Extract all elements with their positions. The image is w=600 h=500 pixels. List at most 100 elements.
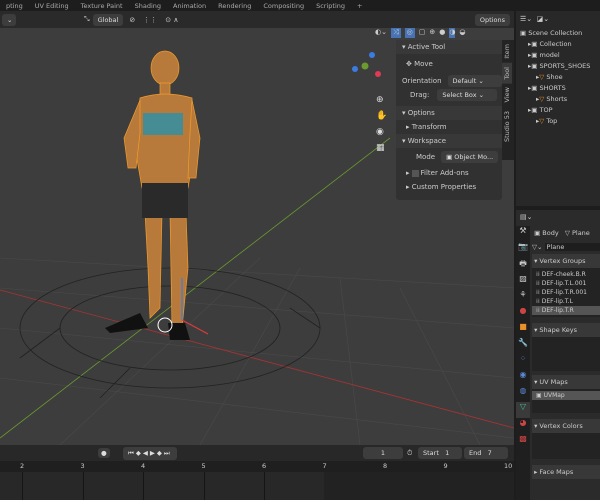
frame-gridline [203, 472, 205, 500]
object-tab-icon[interactable]: ■ [516, 322, 530, 338]
tab-view[interactable]: View [502, 83, 512, 106]
vertex-group-item[interactable]: ⁞⁞ DEF-lip.T.R.001 [532, 288, 600, 297]
uv-map-item[interactable]: ▣ UVMap [532, 391, 600, 400]
vertex-groups-header[interactable]: ▾ Vertex Groups [532, 254, 600, 268]
modifier-wrench-icon[interactable]: 🔧 [516, 338, 530, 354]
outliner-item[interactable]: ▸ ▣ model [516, 49, 600, 60]
tab-rendering[interactable]: Rendering [212, 2, 257, 10]
material-tab-icon[interactable]: ◕ [516, 418, 530, 434]
start-frame-field[interactable]: Start 1 [418, 447, 462, 459]
stopwatch-icon[interactable]: ⏱ [407, 449, 412, 458]
mode-dropdown[interactable]: ⌄ [2, 13, 16, 26]
output-tab-icon[interactable]: 🖶 [516, 258, 530, 274]
mode-dropdown-object[interactable]: ▣ Object Mo... [441, 151, 499, 163]
zoom-icon[interactable]: ⊕ [376, 92, 388, 108]
vertex-group-item[interactable]: ⁞⁞ DEF-cheek.B.R [532, 270, 600, 279]
overlay-toggle-icon[interactable]: ◎ [404, 28, 415, 38]
add-workspace-button[interactable]: + [351, 2, 368, 10]
constraints-tab-icon[interactable]: ◍ [516, 386, 530, 402]
tab-tool[interactable]: Tool [502, 62, 512, 84]
scene-tab-icon[interactable]: ⚘ [516, 290, 530, 306]
tool-name: Move [414, 60, 433, 68]
breadcrumb-mesh: Plane [571, 229, 590, 237]
render-tab-icon[interactable]: 📷 [516, 242, 530, 258]
shading-solid-icon[interactable]: ● [439, 28, 445, 38]
tab-animation[interactable]: Animation [167, 2, 212, 10]
tab-scripting-partial[interactable]: pting [0, 2, 29, 10]
shading-rendered-icon[interactable]: ◒ [459, 28, 465, 38]
drag-dropdown[interactable]: Select Box ⌄ [437, 89, 498, 101]
outliner-item-label: model [539, 50, 560, 59]
pivot-icon[interactable]: ⊘ [129, 16, 135, 24]
visibility-icon[interactable]: ◐⌄ [375, 28, 387, 38]
transform-orientation-dropdown[interactable]: Global [92, 13, 124, 26]
mesh-icon: ▽ [539, 72, 545, 81]
workspace-header[interactable]: ▾ Workspace [396, 134, 502, 148]
filter-addons-checkbox[interactable] [411, 169, 419, 177]
physics-tab-icon[interactable]: ◉ [516, 370, 530, 386]
tab-scripting[interactable]: Scripting [310, 2, 351, 10]
outliner-item[interactable]: ▸ ▣ SHORTS [516, 82, 600, 93]
frame-gridline [264, 472, 265, 500]
shading-material-icon[interactable]: ◑ [449, 28, 456, 38]
orientation-label: Orientation [402, 77, 442, 85]
face-maps-header[interactable]: ▸ Face Maps [532, 465, 600, 479]
transform-subpanel[interactable]: ▸ Transform [396, 120, 502, 134]
grid-ortho-icon[interactable]: ▦ [376, 140, 388, 156]
shape-keys-header[interactable]: ▾ Shape Keys [532, 323, 600, 337]
particles-tab-icon[interactable]: ⁘ [516, 354, 530, 370]
outliner-item[interactable]: ▸ ▽ Top [516, 115, 600, 126]
outliner-item[interactable]: ▸ ▣ Collection [516, 38, 600, 49]
orientation-dropdown[interactable]: Default ⌄ [447, 75, 502, 87]
current-frame-field[interactable]: 1 [363, 447, 403, 459]
outliner-item[interactable]: ▸ ▽ Shorts [516, 93, 600, 104]
outliner-item[interactable]: ▣ Scene Collection [516, 27, 600, 38]
end-frame-field[interactable]: End 7 [464, 447, 508, 459]
options-dropdown[interactable]: Options [474, 13, 510, 26]
tab-texture-paint[interactable]: Texture Paint [75, 2, 129, 10]
outliner-item[interactable]: ▸ ▣ TOP [516, 104, 600, 115]
orientation-row: Orientation Default ⌄ [396, 74, 502, 88]
move-tool[interactable]: ✥ Move [396, 54, 502, 74]
vertex-group-item[interactable]: ⁞⁞ DEF-lip.T.R [532, 306, 600, 315]
vertex-colors-header[interactable]: ▾ Vertex Colors [532, 419, 600, 433]
world-tab-icon[interactable]: ● [516, 306, 530, 322]
filter-addons-label: Filter Add-ons [420, 169, 469, 177]
tab-item[interactable]: Item [502, 40, 512, 63]
tab-studio53[interactable]: Studio 53 [502, 107, 512, 146]
texture-tab-icon[interactable]: ▩ [516, 434, 530, 450]
options-header[interactable]: ▾ Options [396, 106, 502, 120]
vertex-groups-list: ⁞⁞ DEF-cheek.B.R ⁞⁞ DEF-lip.T.L.001 ⁞⁞ DEF… [532, 268, 600, 317]
right-shoe [168, 323, 190, 340]
vertex-group-item[interactable]: ⁞⁞ DEF-lip.T.L.001 [532, 279, 600, 288]
frame-ruler[interactable]: 2 3 4 5 6 7 8 9 10 [0, 461, 514, 500]
gizmo-toggle-icon[interactable]: ⤨ [390, 28, 401, 38]
filter-icon[interactable]: ◪⌄ [537, 15, 549, 23]
tab-compositing[interactable]: Compositing [257, 2, 310, 10]
tab-uv-editing[interactable]: UV Editing [29, 2, 75, 10]
tab-shading[interactable]: Shading [129, 2, 167, 10]
tool-tab-icon[interactable]: ⚒ [516, 226, 530, 242]
vertex-group-item[interactable]: ⁞⁞ DEF-lip.T.L [532, 297, 600, 306]
xray-icon[interactable]: ▢ [419, 28, 426, 38]
snap-icon[interactable]: ⋮⋮ [143, 16, 157, 24]
record-button[interactable]: ● [98, 448, 110, 458]
mesh-data-tab-icon[interactable]: ▽ [516, 402, 530, 418]
view-layer-tab-icon[interactable]: ▨ [516, 274, 530, 290]
custom-properties-row[interactable]: ▸ Custom Properties [396, 180, 502, 194]
camera-icon[interactable]: ◉ [376, 124, 388, 140]
properties-editor-type[interactable]: ▤⌄ [516, 210, 600, 224]
outliner-item[interactable]: ▸ ▣ SPORTS_SHOES [516, 60, 600, 71]
active-tool-header[interactable]: ▾ Active Tool [396, 40, 502, 54]
mesh-name-field[interactable]: Plane [544, 243, 600, 251]
frame-tick: 4 [141, 462, 146, 470]
pan-hand-icon[interactable]: ✋ [376, 108, 388, 124]
outliner-item[interactable]: ▸ ▽ Shoe [516, 71, 600, 82]
uv-maps-header[interactable]: ▾ UV Maps [532, 375, 600, 389]
collection-icon: ▣ [531, 39, 538, 48]
proportional-edit-icon[interactable]: ⊙ ∧ [165, 16, 178, 24]
playback-controls[interactable]: ⏮◆◀▶◆⏭ [123, 446, 177, 460]
display-mode-icon[interactable]: ☰⌄ [520, 15, 532, 23]
filter-addons-row[interactable]: ▸ Filter Add-ons [396, 166, 502, 180]
shading-wireframe-icon[interactable]: ⊕ [429, 28, 435, 38]
